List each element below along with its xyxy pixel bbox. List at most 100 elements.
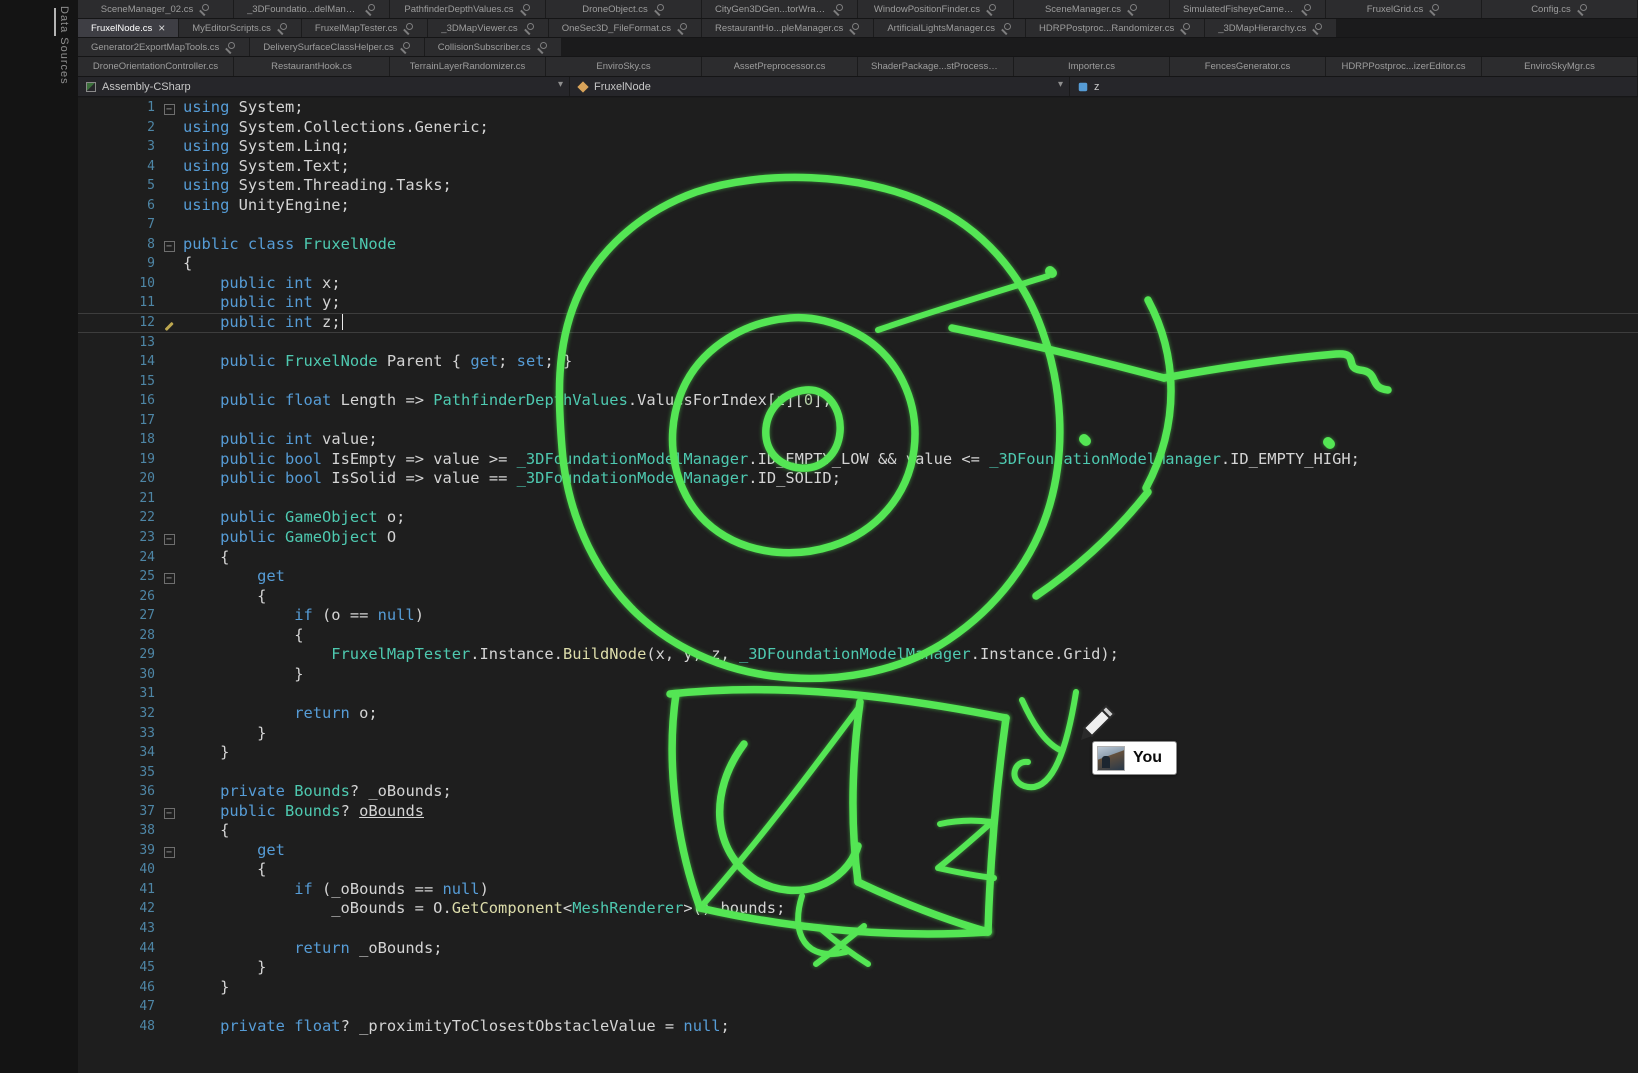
code-line-28[interactable]: 28 {: [78, 626, 1638, 646]
tab-assetpreprocessor-cs[interactable]: AssetPreprocessor.cs: [702, 57, 857, 76]
code-line-32[interactable]: 32 return o;: [78, 704, 1638, 724]
code-line-38[interactable]: 38 {: [78, 821, 1638, 841]
tab-myeditorscripts-cs[interactable]: MyEditorScripts.cs: [179, 19, 301, 37]
pin-icon[interactable]: [1301, 4, 1312, 15]
code-line-44[interactable]: 44 return _oBounds;: [78, 939, 1638, 959]
tab--3dmaphierarchy-cs[interactable]: _3DMapHierarchy.cs: [1205, 19, 1336, 37]
code-line-22[interactable]: 22 public GameObject o;: [78, 508, 1638, 528]
code-line-26[interactable]: 26 {: [78, 587, 1638, 607]
tab--3dfoundatio-delmanager-cs[interactable]: _3DFoundatio...delManager.cs: [234, 0, 389, 18]
code-line-7[interactable]: 7: [78, 215, 1638, 235]
tab-scenemanager-cs[interactable]: SceneManager.cs: [1014, 0, 1169, 18]
tab--3dmapviewer-cs[interactable]: _3DMapViewer.cs: [428, 19, 547, 37]
pin-icon[interactable]: [1429, 4, 1440, 15]
tab-pathfinderdepthvalues-cs[interactable]: PathfinderDepthValues.cs: [390, 0, 545, 18]
pin-icon[interactable]: [654, 4, 665, 15]
pin-icon[interactable]: [524, 23, 535, 34]
code-line-5[interactable]: 5using System.Threading.Tasks;: [78, 176, 1638, 196]
code-line-16[interactable]: 16 public float Length => PathfinderDept…: [78, 391, 1638, 411]
tab-config-cs[interactable]: Config.cs: [1482, 0, 1637, 18]
fold-collapse-icon[interactable]: −: [164, 847, 175, 858]
pin-icon[interactable]: [1001, 23, 1012, 34]
pin-icon[interactable]: [520, 4, 531, 15]
member-dropdown[interactable]: z: [1070, 77, 1638, 96]
close-icon[interactable]: ×: [158, 23, 165, 33]
pin-icon[interactable]: [225, 42, 236, 53]
pin-icon[interactable]: [537, 42, 548, 53]
fold-collapse-icon[interactable]: −: [164, 808, 175, 819]
code-line-1[interactable]: 1−using System;: [78, 98, 1638, 118]
tab-droneobject-cs[interactable]: DroneObject.cs: [546, 0, 701, 18]
pin-icon[interactable]: [199, 4, 210, 15]
pin-icon[interactable]: [1577, 4, 1588, 15]
tab-artificiallightsmanager-cs[interactable]: ArtificialLightsManager.cs: [874, 19, 1025, 37]
code-editor[interactable]: 1−using System;2using System.Collections…: [78, 98, 1638, 1073]
tab-simulatedfisheyecamera-cs[interactable]: SimulatedFisheyeCamera.cs: [1170, 0, 1325, 18]
tab-windowpositionfinder-cs[interactable]: WindowPositionFinder.cs: [858, 0, 1013, 18]
pin-icon[interactable]: [986, 4, 997, 15]
code-line-15[interactable]: 15: [78, 372, 1638, 392]
pin-icon[interactable]: [1180, 23, 1191, 34]
code-line-9[interactable]: 9{: [78, 254, 1638, 274]
tab-fencesgenerator-cs[interactable]: FencesGenerator.cs: [1170, 57, 1325, 76]
tab-enviroskymgr-cs[interactable]: EnviroSkyMgr.cs: [1482, 57, 1637, 76]
code-line-18[interactable]: 18 public int value;: [78, 430, 1638, 450]
code-line-29[interactable]: 29 FruxelMapTester.Instance.BuildNode(x,…: [78, 645, 1638, 665]
chevron-down-icon[interactable]: ▾: [558, 79, 563, 90]
code-line-19[interactable]: 19 public bool IsEmpty => value >= _3DFo…: [78, 450, 1638, 470]
tab-droneorientationcontroller-cs[interactable]: DroneOrientationController.cs: [78, 57, 233, 76]
tab-deliverysurfaceclasshelper-cs[interactable]: DeliverySurfaceClassHelper.cs: [250, 38, 423, 56]
code-line-31[interactable]: 31: [78, 684, 1638, 704]
pin-icon[interactable]: [1127, 4, 1138, 15]
pin-icon[interactable]: [400, 42, 411, 53]
fold-collapse-icon[interactable]: −: [164, 573, 175, 584]
code-line-21[interactable]: 21: [78, 489, 1638, 509]
code-line-40[interactable]: 40 {: [78, 860, 1638, 880]
code-line-39[interactable]: 39− get: [78, 841, 1638, 861]
code-line-14[interactable]: 14 public FruxelNode Parent { get; set; …: [78, 352, 1638, 372]
code-line-43[interactable]: 43: [78, 919, 1638, 939]
pin-icon[interactable]: [365, 4, 376, 15]
chevron-down-icon[interactable]: ▾: [1058, 79, 1063, 90]
code-line-13[interactable]: 13: [78, 333, 1638, 353]
fold-collapse-icon[interactable]: −: [164, 534, 175, 545]
code-line-6[interactable]: 6using UnityEngine;: [78, 196, 1638, 216]
pin-icon[interactable]: [403, 23, 414, 34]
project-dropdown[interactable]: Assembly-CSharp ▾: [78, 77, 570, 96]
code-line-12[interactable]: 12 public int z;: [78, 313, 1638, 333]
pin-icon[interactable]: [277, 23, 288, 34]
code-line-10[interactable]: 10 public int x;: [78, 274, 1638, 294]
tab-envirosky-cs[interactable]: EnviroSky.cs: [546, 57, 701, 76]
code-line-24[interactable]: 24 {: [78, 548, 1638, 568]
tab-generator2exportmaptools-cs[interactable]: Generator2ExportMapTools.cs: [78, 38, 249, 56]
tab-terrainlayerrandomizer-cs[interactable]: TerrainLayerRandomizer.cs: [390, 57, 545, 76]
code-line-20[interactable]: 20 public bool IsSolid => value == _3DFo…: [78, 469, 1638, 489]
pin-icon[interactable]: [1312, 23, 1323, 34]
code-line-37[interactable]: 37− public Bounds? oBounds: [78, 802, 1638, 822]
tab-fruxelnode-cs[interactable]: FruxelNode.cs×: [78, 19, 178, 37]
code-line-41[interactable]: 41 if (_oBounds == null): [78, 880, 1638, 900]
fold-collapse-icon[interactable]: −: [164, 104, 175, 115]
code-line-11[interactable]: 11 public int y;: [78, 293, 1638, 313]
tab-collisionsubscriber-cs[interactable]: CollisionSubscriber.cs: [425, 38, 561, 56]
code-line-45[interactable]: 45 }: [78, 958, 1638, 978]
code-line-47[interactable]: 47: [78, 997, 1638, 1017]
code-line-23[interactable]: 23− public GameObject O: [78, 528, 1638, 548]
pin-icon[interactable]: [833, 4, 844, 15]
tab-hdrppostproc-randomizer-cs[interactable]: HDRPPostproc...Randomizer.cs: [1026, 19, 1204, 37]
code-line-42[interactable]: 42 _oBounds = O.GetComponent<MeshRendere…: [78, 899, 1638, 919]
tab-fruxelgrid-cs[interactable]: FruxelGrid.cs: [1326, 0, 1481, 18]
code-line-8[interactable]: 8−public class FruxelNode: [78, 235, 1638, 255]
code-line-3[interactable]: 3using System.Linq;: [78, 137, 1638, 157]
code-line-27[interactable]: 27 if (o == null): [78, 606, 1638, 626]
code-line-36[interactable]: 36 private Bounds? _oBounds;: [78, 782, 1638, 802]
tab-citygen3dgen-torwrapper-cs[interactable]: CityGen3DGen...torWrapper.cs: [702, 0, 857, 18]
code-line-4[interactable]: 4using System.Text;: [78, 157, 1638, 177]
code-line-25[interactable]: 25− get: [78, 567, 1638, 587]
tab-restauranthook-cs[interactable]: RestaurantHook.cs: [234, 57, 389, 76]
tab-onesec3d-fileformat-cs[interactable]: OneSec3D_FileFormat.cs: [549, 19, 701, 37]
code-line-2[interactable]: 2using System.Collections.Generic;: [78, 118, 1638, 138]
tab-fruxelmaptester-cs[interactable]: FruxelMapTester.cs: [302, 19, 427, 37]
data-sources-tool-tab[interactable]: Data Sources: [58, 6, 70, 85]
tab-scenemanager-02-cs[interactable]: SceneManager_02.cs: [78, 0, 233, 18]
